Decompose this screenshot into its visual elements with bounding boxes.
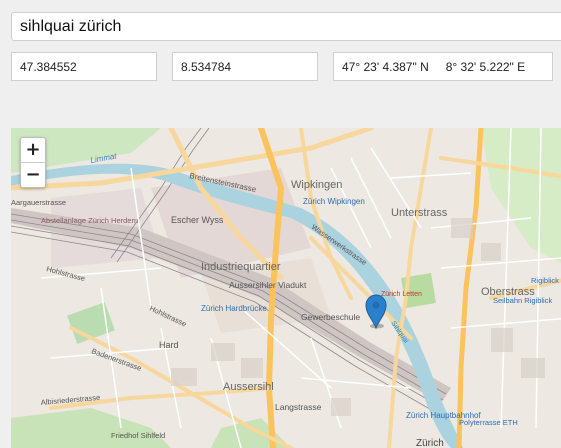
dms-coordinates-field[interactable]: 47° 23' 4.387" N 8° 32' 5.222" E: [333, 52, 553, 81]
map-label: Seilbahn Rigiblick: [493, 296, 552, 305]
map-label: Aussersihler Viadukt: [229, 280, 307, 290]
map-label: Hard: [159, 340, 179, 350]
map-label: Aussersihl: [223, 381, 274, 393]
map-view[interactable]: Breitensteinstrasse Wipkingen Unterstras…: [11, 128, 561, 448]
map-label: Friedhof Sihlfeld: [111, 431, 165, 440]
map-label: Aargauerstrasse: [11, 198, 66, 207]
map-label: Zürich: [416, 438, 444, 448]
latitude-value: 47.384552: [20, 59, 77, 74]
zoom-out-button[interactable]: −: [21, 162, 45, 187]
map-label: Zürich Hardbrücke: [201, 304, 267, 313]
map-label: Langstrasse: [275, 402, 322, 412]
dms-latitude: 47° 23' 4.387" N: [342, 59, 429, 74]
map-label: Rigiblick: [531, 276, 559, 285]
map-label: Escher Wyss: [171, 215, 224, 225]
longitude-field[interactable]: 8.534784: [172, 52, 318, 81]
dms-longitude: 8° 32' 5.222" E: [445, 59, 526, 74]
zoom-in-button[interactable]: +: [21, 138, 45, 162]
map-label: Polyterrasse ETH: [459, 418, 518, 427]
search-input[interactable]: [11, 12, 561, 41]
map-tiles: Breitensteinstrasse Wipkingen Unterstras…: [11, 128, 561, 448]
longitude-value: 8.534784: [181, 59, 232, 74]
map-label: Gewerbeschule: [301, 312, 360, 322]
map-label: Zürich Wipkingen: [303, 197, 365, 206]
latitude-field[interactable]: 47.384552: [11, 52, 157, 81]
map-label: Wipkingen: [291, 179, 342, 191]
map-label: Unterstrass: [391, 207, 448, 219]
zoom-control: + −: [20, 137, 46, 188]
map-label: Abstellanlage Zürich Herdern: [41, 216, 138, 225]
map-label: Industriequartier: [201, 261, 281, 273]
map-label: Zürich Letten: [381, 291, 422, 298]
